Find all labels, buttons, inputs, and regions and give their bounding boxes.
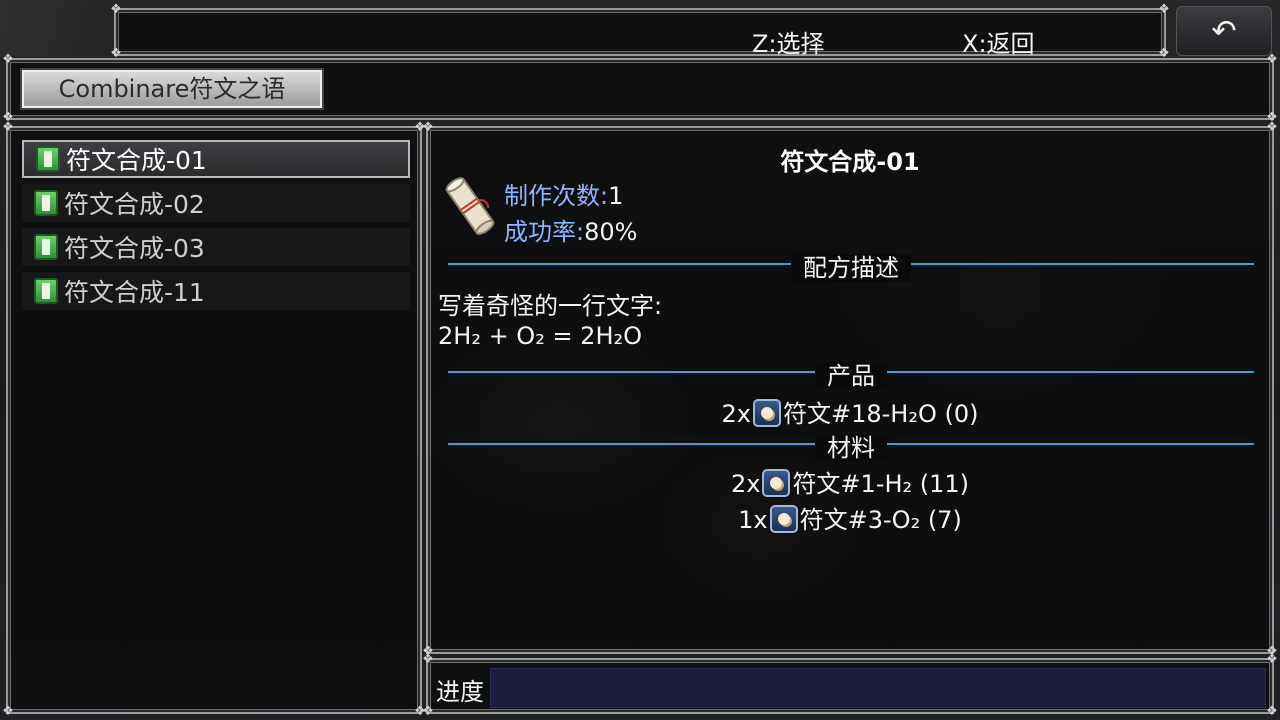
material-qty: 2x [730, 470, 761, 498]
material-name: 符文#3-O₂ (7) [799, 506, 962, 534]
corner-ornament-icon: ❖ [2, 120, 14, 135]
back-hint: X:返回 [962, 30, 1035, 58]
corner-ornament-icon: ❖ [2, 52, 14, 67]
recipe-item-02[interactable]: 符文合成-02 [22, 184, 410, 222]
recipe-detail-panel: ❖ ❖ ❖ ❖ 符文合成-01 制作次数:1 成功率:80% 配方描述 写着奇怪… [422, 121, 1278, 659]
success-rate-row: 成功率:80% [504, 212, 637, 247]
craft-count-value: 1 [608, 182, 624, 210]
description-header-label: 配方描述 [791, 254, 911, 282]
corner-ornament-icon: ❖ [1158, 2, 1170, 17]
corner-ornament-icon: ❖ [1266, 652, 1278, 667]
return-arrow-icon: ↶ [1211, 13, 1237, 49]
select-hint: Z:选择 [752, 30, 825, 58]
description-line-2: 2H₂ + O₂ = 2H₂O [438, 322, 643, 350]
material-item: 2x 符文#1-H₂ (11) [428, 464, 1272, 499]
rune-icon [752, 399, 781, 427]
product-section-header: 产品 [448, 356, 1254, 390]
recipe-item-label: 符文合成-11 [64, 278, 205, 307]
top-left-shadow [0, 0, 112, 56]
craft-count-label: 制作次数: [504, 182, 609, 210]
corner-ornament-icon: ❖ [1266, 52, 1278, 67]
progress-panel: ❖ ❖ ❖ ❖ 进度 [422, 653, 1278, 719]
corner-ornament-icon: ❖ [110, 2, 122, 17]
success-rate-value: 80% [584, 218, 638, 246]
recipe-list-panel: ❖ ❖ ❖ ❖ 符文合成-01 符文合成-02 符文合成-03 符文合成-11 [2, 121, 426, 719]
recipe-item-label: 符文合成-03 [64, 234, 205, 263]
recipe-title: 符文合成-01 [780, 148, 920, 176]
material-qty: 1x [738, 506, 768, 534]
corner-ornament-icon: ❖ [2, 704, 14, 719]
description-line-1: 写着奇怪的一行文字: [438, 292, 663, 320]
recipe-item-01[interactable]: 符文合成-01 [22, 140, 410, 178]
rune-icon [769, 505, 798, 533]
progress-label: 进度 [436, 678, 484, 706]
rune-icon [762, 469, 791, 497]
product-header-label: 产品 [815, 362, 887, 390]
product-name: 符文#18-H₂O (0) [782, 400, 979, 428]
corner-ornament-icon: ❖ [422, 652, 434, 667]
craft-count-row: 制作次数:1 [504, 176, 623, 211]
scroll-icon [445, 177, 495, 235]
materials-header-label: 材料 [815, 434, 887, 462]
recipe-book-icon [34, 190, 58, 216]
controls-bar: ❖ ❖ ❖ ❖ Z:选择 X:返回 [110, 3, 1170, 61]
success-rate-label: 成功率: [504, 218, 585, 246]
category-tab[interactable]: Combinare符文之语 [22, 70, 322, 108]
material-item: 1x 符文#3-O₂ (7) [428, 500, 1272, 535]
recipe-item-03[interactable]: 符文合成-03 [22, 228, 410, 266]
recipe-book-icon [36, 146, 60, 172]
recipe-item-label: 符文合成-01 [66, 146, 207, 175]
progress-bar [490, 668, 1266, 708]
title-bar: ❖ ❖ ❖ ❖ Combinare符文之语 [2, 53, 1278, 125]
recipe-book-icon [34, 234, 58, 260]
recipe-item-11[interactable]: 符文合成-11 [22, 272, 410, 310]
corner-ornament-icon: ❖ [422, 704, 434, 719]
corner-ornament-icon: ❖ [1266, 704, 1278, 719]
recipe-item-label: 符文合成-02 [64, 190, 205, 219]
product-item: 2x 符文#18-H₂O (0) [428, 394, 1272, 429]
product-qty: 2x [721, 400, 751, 428]
back-button[interactable]: ↶ [1176, 6, 1272, 56]
corner-ornament-icon: ❖ [1266, 120, 1278, 135]
material-name: 符文#1-H₂ (11) [792, 470, 970, 498]
recipe-book-icon [34, 278, 58, 304]
corner-ornament-icon: ❖ [422, 120, 434, 135]
materials-section-header: 材料 [448, 428, 1254, 462]
description-section-header: 配方描述 [448, 248, 1254, 282]
